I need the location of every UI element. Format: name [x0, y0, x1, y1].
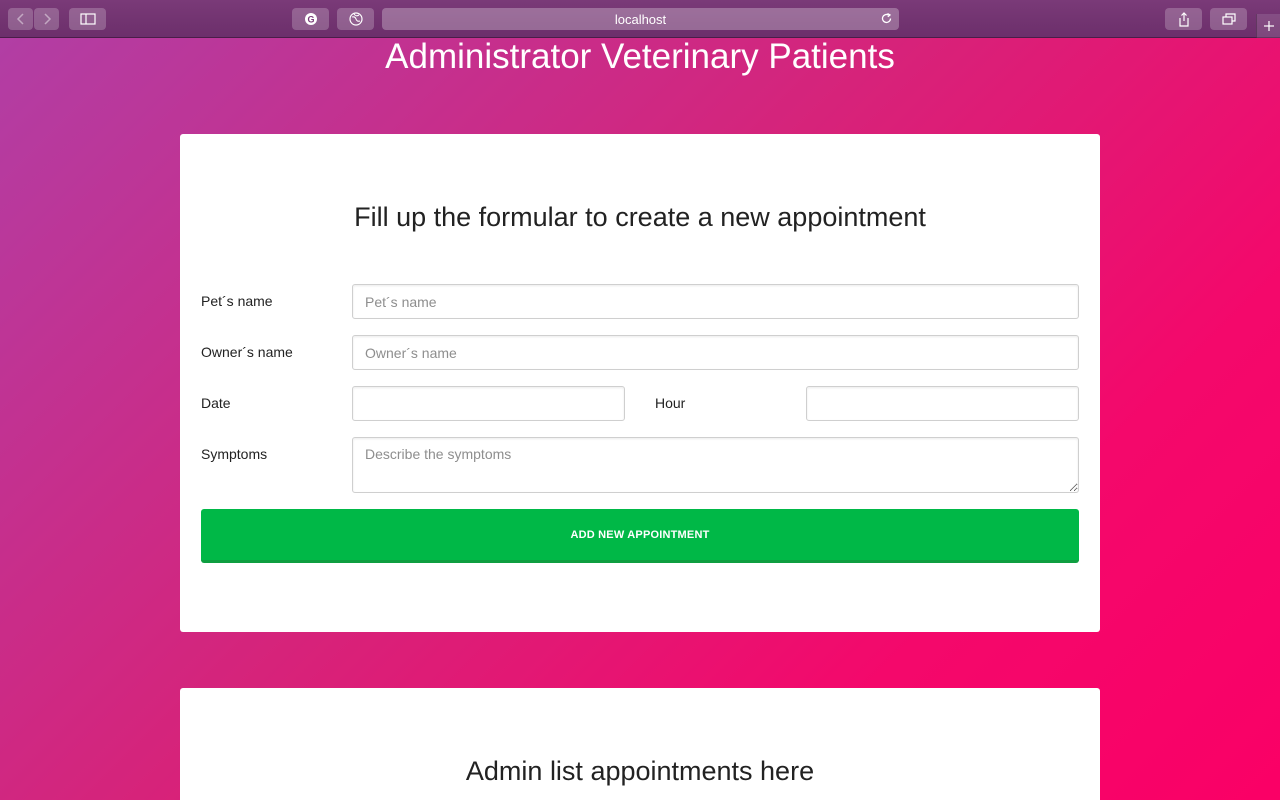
url-text: localhost: [614, 11, 667, 27]
pet-name-label: Pet´s name: [201, 293, 273, 309]
address-bar[interactable]: localhost: [382, 8, 899, 30]
pet-name-input[interactable]: [352, 284, 1079, 319]
chevron-right-icon: [43, 13, 51, 25]
date-input[interactable]: [352, 386, 625, 421]
sidebar-toggle-button[interactable]: [69, 8, 106, 30]
add-appointment-button[interactable]: ADD NEW APPOINTMENT: [201, 509, 1079, 563]
grammarly-extension-button[interactable]: G: [292, 8, 329, 30]
globe-icon: [348, 12, 363, 26]
share-button[interactable]: [1165, 8, 1202, 30]
new-tab-button[interactable]: [1256, 14, 1280, 38]
globe-extension-button[interactable]: [337, 8, 374, 30]
chevron-left-icon: [16, 13, 24, 25]
appointments-list-card: Admin list appointments here: [180, 688, 1100, 800]
date-label: Date: [201, 395, 231, 411]
list-heading: Admin list appointments here: [465, 756, 815, 786]
plus-icon: [1263, 21, 1274, 31]
symptoms-label: Symptoms: [201, 446, 268, 462]
owner-name-input[interactable]: [352, 335, 1079, 370]
sidebar-icon: [79, 13, 96, 25]
appointment-form-card: Fill up the formular to create a new app…: [180, 134, 1100, 632]
share-icon: [1178, 11, 1189, 27]
hour-label: Hour: [655, 395, 686, 411]
browser-toolbar: G localhost: [0, 0, 1280, 38]
form-heading: Fill up the formular to create a new app…: [354, 202, 926, 232]
reload-icon[interactable]: [880, 12, 893, 30]
tabs-icon: [1221, 13, 1236, 25]
forward-button[interactable]: [34, 8, 59, 30]
hour-input[interactable]: [806, 386, 1079, 421]
back-button[interactable]: [8, 8, 33, 30]
owner-name-label: Owner´s name: [201, 344, 293, 360]
grammarly-icon: G: [304, 13, 317, 25]
svg-text:G: G: [307, 15, 314, 25]
page-title: Administrator Veterinary Patients: [385, 37, 895, 76]
symptoms-textarea[interactable]: [352, 437, 1079, 493]
tabs-overview-button[interactable]: [1210, 8, 1247, 30]
